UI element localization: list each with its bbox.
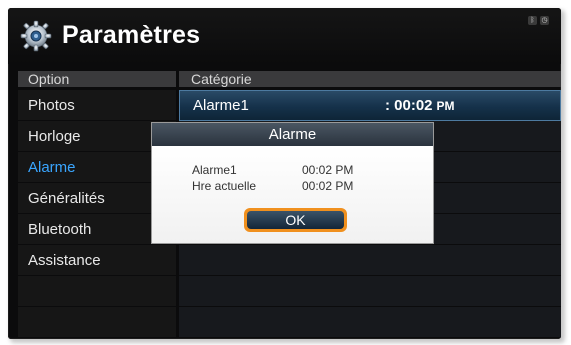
page-title: Paramètres: [62, 21, 201, 49]
dialog-alarm-value: 00:02 PM: [302, 163, 354, 177]
ok-button[interactable]: OK: [244, 208, 347, 232]
dialog-title: Alarme: [152, 123, 433, 146]
column-header-option: Option: [18, 71, 176, 87]
alarm-dialog: Alarme Alarme1 00:02 PM Hre actuelle 00:…: [151, 122, 434, 244]
category-row: [179, 245, 561, 276]
settings-gear-icon: [20, 20, 52, 52]
category-row-alarm1[interactable]: Alarme1 : 00:02 PM: [179, 90, 561, 121]
column-header-category: Catégorie: [179, 71, 561, 87]
category-row-time: : 00:02 PM: [385, 91, 455, 121]
menu-item-assistance[interactable]: Assistance: [18, 245, 176, 276]
category-row: [179, 307, 561, 338]
settings-screen: Paramètres ᛒ ◷ Option Catégorie Photos H…: [8, 8, 561, 339]
dialog-current-time-label: Hre actuelle: [192, 179, 257, 193]
header-bar: Paramètres ᛒ ◷: [8, 8, 561, 64]
category-row-label: Alarme1: [193, 97, 249, 114]
menu-item-photos[interactable]: Photos: [18, 90, 176, 121]
ok-button-label: OK: [247, 211, 344, 229]
menu-item-empty: [18, 276, 176, 307]
alarm-ampm: PM: [436, 99, 455, 113]
dialog-current-time-value: 00:02 PM: [302, 179, 354, 193]
dialog-alarm-label: Alarme1: [192, 163, 237, 177]
clock-icon: ◷: [540, 16, 549, 25]
bluetooth-icon: ᛒ: [528, 16, 537, 25]
menu-item-empty: [18, 307, 176, 338]
status-icons: ᛒ ◷: [528, 16, 549, 25]
category-row: [179, 276, 561, 307]
alarm-time: : 00:02: [385, 97, 433, 114]
